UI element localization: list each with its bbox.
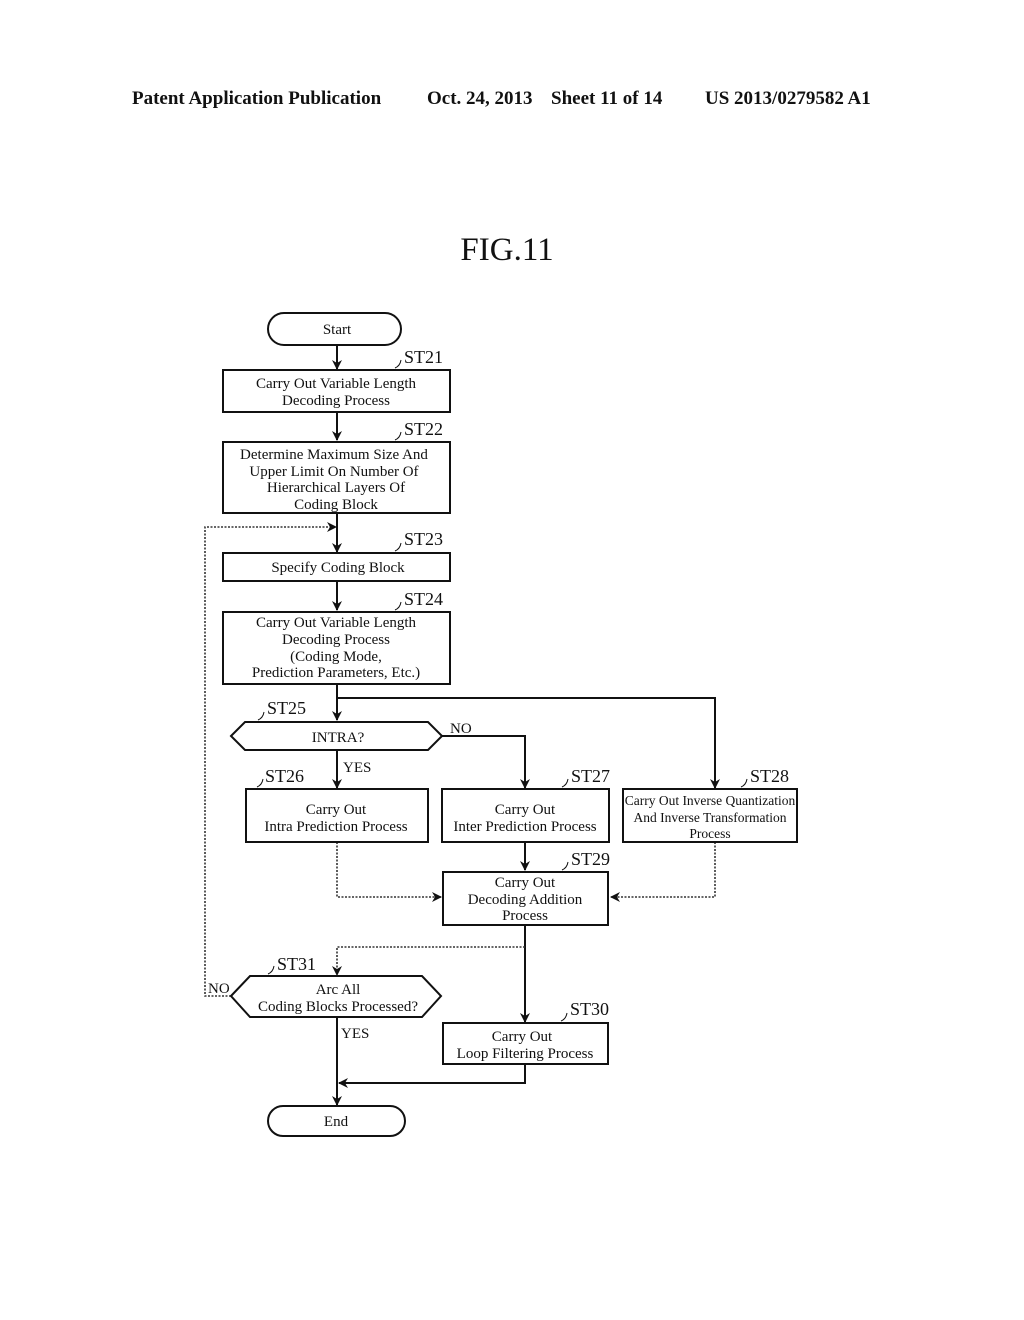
- svg-text:Arc All: Arc All: [316, 982, 361, 998]
- step-id: ST31: [277, 954, 316, 974]
- svg-text:Determine Maximum Size And: Determine Maximum Size And: [240, 447, 428, 463]
- step-st28: Carry Out Inverse Quantization And Inver…: [622, 766, 798, 843]
- arrow-st26-st29: [336, 842, 442, 902]
- svg-text:Prediction Parameters, Etc.): Prediction Parameters, Etc.): [252, 665, 420, 681]
- svg-text:Carry Out Inverse Quantization: Carry Out Inverse Quantization: [625, 793, 796, 808]
- arrow-st29-st31: [332, 946, 525, 976]
- flowchart: Start Carry Out Variable Length Decoding…: [204, 312, 798, 1137]
- step-id: ST25: [267, 698, 306, 718]
- svg-text:Carry Out: Carry Out: [495, 875, 556, 891]
- svg-text:Coding Blocks Processed?: Coding Blocks Processed?: [258, 999, 418, 1015]
- start-label: Start: [323, 322, 352, 338]
- step-id: ST22: [404, 419, 443, 439]
- end-terminal: End: [267, 1105, 406, 1137]
- svg-text:Hierarchical Layers Of: Hierarchical Layers Of: [267, 480, 405, 496]
- no-label: NO: [208, 981, 230, 997]
- step-st27: Carry Out Inter Prediction Process ST27: [441, 766, 610, 843]
- step-id: ST30: [570, 999, 609, 1019]
- arrow-st28-st29: [610, 842, 716, 902]
- svg-text:Carry Out Variable Length: Carry Out Variable Length: [256, 615, 417, 631]
- svg-text:Decoding Addition: Decoding Addition: [468, 892, 583, 908]
- end-label: End: [324, 1114, 349, 1130]
- arrow-st25-no-st27: [442, 735, 530, 789]
- svg-text:(Coding Mode,: (Coding Mode,: [290, 649, 382, 665]
- decision-st31: Arc All Coding Blocks Processed? ST31 NO…: [208, 954, 443, 1042]
- svg-text:Carry Out: Carry Out: [495, 802, 556, 818]
- step-st30: Carry Out Loop Filtering Process ST30: [442, 999, 609, 1065]
- arrow-st30-end: [338, 1064, 526, 1088]
- svg-text:Carry Out: Carry Out: [306, 802, 367, 818]
- svg-text:Carry Out: Carry Out: [492, 1029, 553, 1045]
- step-id: ST26: [265, 766, 304, 786]
- svg-text:Intra Prediction Process: Intra Prediction Process: [264, 819, 407, 835]
- step-id: ST28: [750, 766, 789, 786]
- svg-text:Carry Out Variable Length: Carry Out Variable Length: [256, 376, 417, 392]
- svg-text:Specify Coding Block: Specify Coding Block: [271, 560, 405, 576]
- svg-text:INTRA?: INTRA?: [312, 730, 365, 746]
- step-id: ST23: [404, 529, 443, 549]
- svg-text:Process: Process: [502, 908, 548, 924]
- step-id: ST29: [571, 849, 610, 869]
- start-terminal: Start: [267, 312, 402, 346]
- step-id: ST21: [404, 347, 443, 367]
- yes-label: YES: [343, 760, 371, 776]
- svg-text:Process: Process: [689, 826, 730, 841]
- svg-text:Coding Block: Coding Block: [294, 497, 378, 513]
- no-label: NO: [450, 721, 472, 737]
- decision-st25: INTRA? ST25 NO YES: [229, 698, 472, 776]
- svg-text:Decoding Process: Decoding Process: [282, 632, 390, 648]
- svg-text:Loop Filtering Process: Loop Filtering Process: [457, 1046, 594, 1062]
- arrow-st31-no-loop: [204, 522, 337, 997]
- step-id: ST24: [404, 589, 443, 609]
- svg-text:Inter Prediction Process: Inter Prediction Process: [453, 819, 596, 835]
- yes-label: YES: [341, 1026, 369, 1042]
- svg-text:Decoding Process: Decoding Process: [282, 393, 390, 409]
- svg-text:And Inverse Transformation: And Inverse Transformation: [634, 810, 787, 825]
- svg-text:Upper Limit On Number Of: Upper Limit On Number Of: [249, 464, 418, 480]
- step-id: ST27: [571, 766, 610, 786]
- step-st29: Carry Out Decoding Addition Process ST29: [442, 849, 610, 926]
